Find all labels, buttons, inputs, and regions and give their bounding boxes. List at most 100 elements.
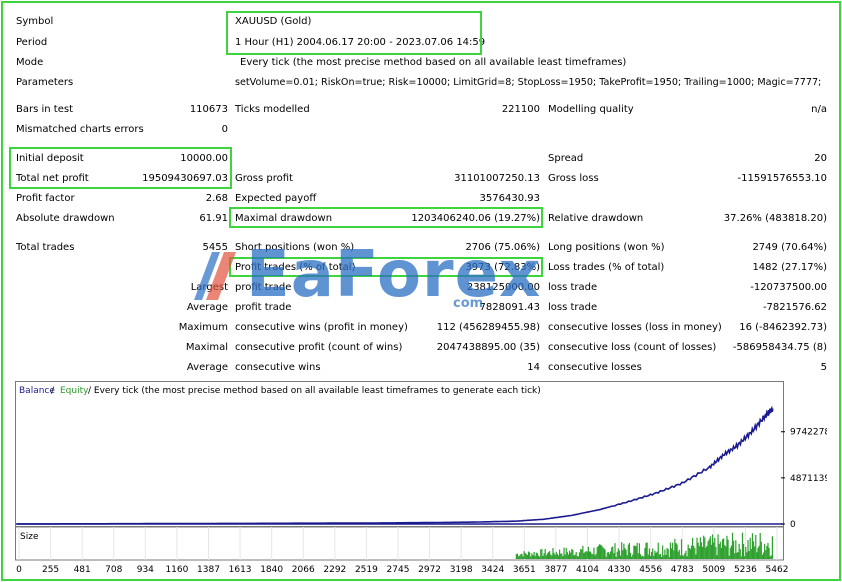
size-bar [520, 554, 522, 559]
x-tick-label: 3877 [544, 565, 567, 575]
size-bar [687, 544, 689, 559]
size-bar [770, 555, 772, 559]
x-tick-label: 708 [105, 565, 122, 575]
x-tick-label: 3651 [513, 565, 536, 575]
size-bar [530, 556, 532, 559]
size-bar [616, 551, 618, 559]
size-bar [546, 553, 548, 559]
size-bar [614, 543, 616, 559]
size-bar [690, 545, 693, 559]
size-bar [720, 547, 723, 559]
size-bar [726, 535, 728, 559]
size-bar [561, 553, 563, 559]
size-bar [537, 555, 540, 559]
x-tick-label: 4556 [639, 565, 662, 575]
size-bar [555, 551, 557, 559]
size-bar [624, 548, 626, 559]
x-tick-label: 2519 [355, 565, 378, 575]
size-bar [648, 548, 650, 559]
size-bar [697, 542, 699, 559]
size-bar [727, 539, 729, 559]
size-bar [617, 548, 619, 559]
size-bar [580, 549, 582, 559]
largest-loss-value: -120737500.00 [750, 282, 827, 293]
size-bar [576, 555, 578, 559]
size-bar [577, 556, 580, 559]
bars-in-test-label: Bars in test [16, 104, 73, 115]
size-bar [526, 555, 529, 559]
size-bar [673, 550, 675, 559]
size-bar [626, 555, 628, 559]
size-bar [748, 550, 750, 559]
size-bar [603, 548, 605, 559]
size-bar [535, 552, 537, 559]
ticks-modelled-label: Ticks modelled [235, 104, 310, 115]
loss-trades-label: Loss trades (% of total) [548, 262, 665, 273]
size-bar [688, 547, 690, 559]
largest-profit-label: profit trade [235, 282, 292, 293]
size-bar [669, 542, 672, 559]
total-trades-value: 5455 [202, 242, 228, 253]
size-bar [715, 546, 717, 559]
size-bar [625, 549, 627, 559]
size-bar [604, 549, 606, 559]
size-bar [533, 551, 535, 559]
size-bar [527, 551, 530, 559]
parameters-label: Parameters [16, 77, 74, 88]
profit-factor-value: 2.68 [205, 193, 228, 204]
maximal-loss-label: consecutive loss (count of losses) [548, 342, 717, 353]
relative-drawdown-value: 37.26% (483818.20) [723, 213, 827, 224]
size-bar [696, 537, 698, 559]
size-bar [553, 552, 555, 559]
size-bar [698, 546, 700, 559]
size-bar [719, 541, 721, 559]
balance-chart: Balance / Equity / Every tick (the most … [15, 381, 827, 576]
size-bar [571, 548, 573, 559]
x-tick-label: 2972 [418, 565, 441, 575]
size-bar [739, 549, 741, 559]
size-bar [566, 552, 568, 559]
size-bar [684, 553, 686, 559]
size-bar [554, 554, 556, 559]
size-bar [608, 553, 611, 559]
x-tick-label: 4783 [671, 565, 694, 575]
size-bar [734, 553, 736, 559]
size-bar [593, 547, 595, 559]
size-bar [552, 548, 554, 559]
mismatched-value: 0 [221, 124, 228, 135]
size-bar [545, 555, 547, 559]
size-bar [695, 554, 697, 559]
size-bar [729, 548, 731, 559]
size-bar [556, 553, 558, 559]
size-bar [736, 552, 738, 559]
balance-chart-svg: Balance / Equity / Every tick (the most … [15, 381, 827, 575]
size-bar [634, 545, 636, 559]
size-bar [699, 537, 701, 559]
size-bar [768, 547, 770, 559]
size-bar [723, 538, 725, 559]
size-bar [667, 549, 669, 559]
total-trades-label: Total trades [16, 242, 75, 253]
size-bar [575, 551, 577, 559]
size-bar [542, 556, 544, 559]
legend-balance: Balance [19, 386, 55, 396]
y-tick-label: 4871139 [790, 474, 827, 484]
size-bar [710, 544, 713, 559]
size-bar [515, 554, 517, 559]
size-bar [641, 556, 643, 559]
size-bar [740, 556, 742, 559]
size-bar [749, 537, 751, 559]
x-tick-label: 1160 [165, 565, 188, 575]
size-bar [756, 552, 758, 559]
short-positions-label: Short positions (won %) [235, 242, 355, 253]
size-bar [619, 555, 622, 559]
size-bar [629, 552, 632, 559]
size-bar [714, 537, 716, 559]
size-bar [670, 548, 673, 559]
size-bar [706, 545, 708, 559]
size-bar [581, 549, 583, 559]
size-bar [662, 545, 664, 559]
size-bar [623, 543, 625, 559]
size-bar [601, 545, 603, 559]
size-bar [551, 555, 553, 559]
